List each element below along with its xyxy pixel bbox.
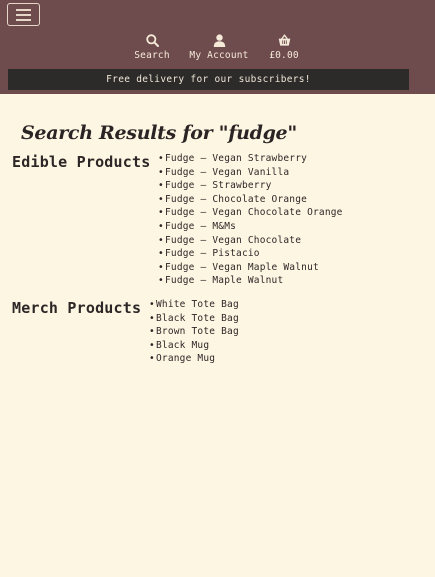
list-item[interactable]: White Tote Bag [149, 298, 239, 312]
list-item[interactable]: Fudge – Vegan Vanilla [158, 166, 343, 180]
list-item[interactable]: Fudge – M&Ms [158, 220, 343, 234]
my-account-link[interactable]: My Account [189, 34, 248, 61]
basket-icon [278, 34, 290, 46]
merch-products-list: White Tote Bag Black Tote Bag Brown Tote… [149, 298, 239, 366]
basket-total: £0.00 [269, 50, 299, 61]
my-account-label: My Account [189, 50, 249, 61]
list-item[interactable]: Black Tote Bag [149, 312, 239, 326]
page-title: Search Results for "fudge" [21, 122, 297, 144]
basket-link[interactable]: £0.00 [269, 34, 299, 61]
promo-banner: Free delivery for our subscribers! [8, 69, 409, 90]
menu-line [16, 13, 31, 16]
list-item[interactable]: Fudge – Vegan Chocolate [158, 234, 343, 248]
menu-line [16, 8, 31, 11]
list-item[interactable]: Black Mug [149, 339, 239, 353]
list-item[interactable]: Fudge – Pistacio [158, 247, 343, 261]
list-item[interactable]: Fudge – Chocolate Orange [158, 193, 343, 207]
user-icon [213, 34, 225, 47]
edible-products-list: Fudge – Vegan Strawberry Fudge – Vegan V… [158, 152, 343, 288]
menu-line [16, 18, 31, 21]
list-item[interactable]: Brown Tote Bag [149, 325, 239, 339]
list-item[interactable]: Fudge – Vegan Chocolate Orange [158, 206, 343, 220]
site-header: Search My Account £0.00 Free delivery fo… [0, 0, 435, 94]
list-item[interactable]: Fudge – Maple Walnut [158, 274, 343, 288]
search-icon [145, 34, 159, 47]
list-item[interactable]: Fudge – Strawberry [158, 179, 343, 193]
merch-products-heading: Merch Products [12, 299, 142, 317]
list-item[interactable]: Fudge – Vegan Maple Walnut [158, 261, 343, 275]
header-nav: Search My Account £0.00 [0, 34, 435, 64]
search-link[interactable]: Search [134, 34, 170, 61]
search-label: Search [134, 50, 170, 61]
edible-products-heading: Edible Products [12, 153, 151, 171]
list-item[interactable]: Orange Mug [149, 352, 239, 366]
hamburger-menu-button[interactable] [7, 3, 40, 26]
list-item[interactable]: Fudge – Vegan Strawberry [158, 152, 343, 166]
